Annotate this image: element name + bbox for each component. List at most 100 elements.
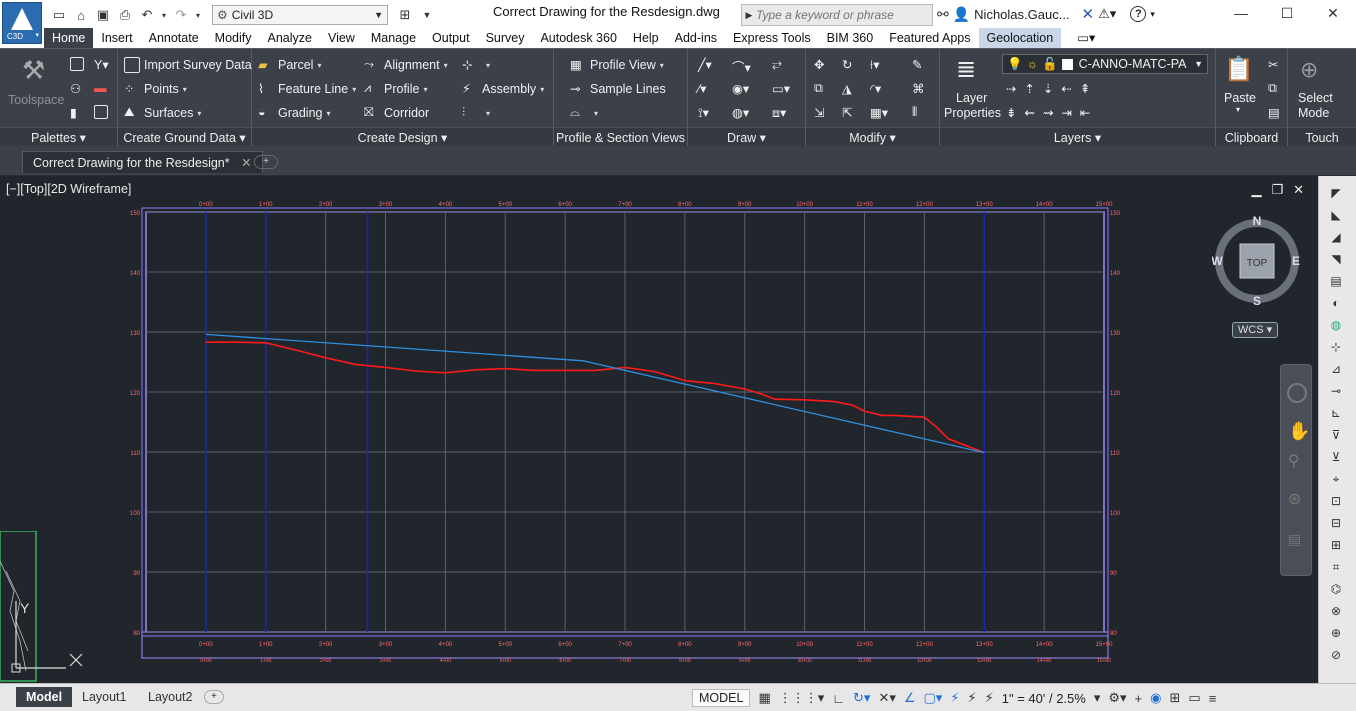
object-snap-tracking-icon[interactable]: ∠ <box>904 690 916 706</box>
tab-manage[interactable]: Manage <box>363 28 424 48</box>
qat-customize-icon[interactable]: ▼ <box>418 6 436 24</box>
layout-tab-model[interactable]: Model <box>16 687 73 707</box>
new-layout-button[interactable]: + <box>204 690 224 704</box>
palette-tool-2-icon[interactable]: ◣ <box>1327 208 1345 224</box>
compass-north[interactable]: N <box>1253 216 1262 228</box>
undo-dropdown-icon[interactable]: ▾ <box>160 6 168 24</box>
create-design-title[interactable]: Create Design ▾ <box>252 127 553 147</box>
maximize-icon[interactable]: ☐ <box>1264 0 1310 26</box>
tab-featured-apps[interactable]: Featured Apps <box>881 28 978 48</box>
modify-panel-title[interactable]: Modify ▾ <box>806 127 939 147</box>
palette-tool-9-icon[interactable]: ⊿ <box>1327 362 1345 378</box>
palette-tool-22-icon[interactable]: ⊘ <box>1327 648 1345 664</box>
steering-wheel-icon[interactable] <box>1287 383 1307 403</box>
tab-output[interactable]: Output <box>424 28 478 48</box>
share-icon[interactable]: ⊞ <box>396 6 414 24</box>
help-dropdown-icon[interactable]: ▾ <box>1150 9 1155 20</box>
showmotion-icon[interactable]: ▤ <box>1288 531 1301 548</box>
points-button[interactable]: ⁘ Points ▾ <box>124 81 187 97</box>
explode-icon[interactable]: ⌘ <box>912 81 925 96</box>
palettes-panel-title[interactable]: Palettes ▾ <box>0 127 117 147</box>
tab-add-ins[interactable]: Add-ins <box>667 28 725 48</box>
compass-west[interactable]: W <box>1212 254 1223 268</box>
close-icon[interactable]: ✕ <box>241 156 251 170</box>
stay-connected-icon[interactable]: ⚠▾ <box>1098 6 1116 22</box>
layer-properties-icon[interactable]: ≣ <box>956 55 986 85</box>
intersections-button[interactable]: ⊹ ▾ <box>462 57 490 73</box>
grid-icon[interactable]: ▦ <box>758 690 770 706</box>
palette-tool-11-icon[interactable]: ⊾ <box>1327 406 1345 422</box>
import-survey-button[interactable]: Import Survey Data <box>124 57 252 73</box>
layer-properties-label-1[interactable]: Layer <box>956 91 987 105</box>
tab-insert[interactable]: Insert <box>93 28 140 48</box>
open-folder-icon[interactable]: ⌂ <box>72 6 90 24</box>
pan-hand-icon[interactable]: ✋ <box>1288 421 1310 442</box>
binoculars-icon[interactable]: ⚯ <box>937 6 949 23</box>
hardware-accel-icon[interactable]: ⊞ <box>1169 690 1180 706</box>
rectangle-tool-icon[interactable]: ▭▾ <box>772 81 790 96</box>
close-icon[interactable]: ✕ <box>1293 182 1304 198</box>
spline-tool-icon[interactable]: ⁄▾ <box>698 81 706 96</box>
palette-tool-18-icon[interactable]: ⌗ <box>1327 560 1345 576</box>
isodraft-icon[interactable]: ✕▾ <box>878 690 895 706</box>
copy-clip-icon[interactable]: ⧉ <box>1268 81 1277 96</box>
tab-autodesk-360[interactable]: Autodesk 360 <box>532 28 624 48</box>
palette-tool-3-icon[interactable]: ◢ <box>1327 230 1345 246</box>
palette-tool-12-icon[interactable]: ⊽ <box>1327 428 1345 444</box>
customize-icon[interactable]: ≡ <box>1209 691 1217 706</box>
plus-icon[interactable]: + <box>1135 691 1143 706</box>
hatch-tool-icon[interactable]: ◍▾ <box>732 105 749 120</box>
palette-tool-17-icon[interactable]: ⊞ <box>1327 538 1345 554</box>
design-center-icon[interactable]: ▬ <box>94 81 107 95</box>
layers-panel-title[interactable]: Layers ▾ <box>940 127 1215 147</box>
layer-state-icon[interactable] <box>94 105 112 119</box>
pipe-network-button[interactable]: ⫶ ▾ <box>462 105 490 121</box>
annotation-visibility-icon[interactable]: ⚡ <box>950 690 959 706</box>
tool-palette-icon[interactable]: ⚇ <box>70 81 81 96</box>
compass-south[interactable]: S <box>1253 294 1261 306</box>
undo-icon[interactable]: ↶ <box>138 6 156 24</box>
tab-annotate[interactable]: Annotate <box>141 28 207 48</box>
palette-tool-10-icon[interactable]: ⊸ <box>1327 384 1345 400</box>
palette-globe-icon[interactable]: ◍ <box>1327 318 1345 334</box>
orbit-icon[interactable]: ⊛ <box>1288 489 1301 509</box>
touch-title[interactable]: Touch <box>1288 127 1356 147</box>
model-space-button[interactable]: MODEL <box>692 689 751 707</box>
layer-tools-row-1[interactable]: ⇢⇡⇣⇠⇞ <box>1006 81 1098 96</box>
ortho-icon[interactable]: ∟ <box>832 691 845 706</box>
tab-geolocation[interactable]: Geolocation <box>978 28 1062 48</box>
polar-tracking-icon[interactable]: ↻▾ <box>853 690 870 706</box>
chevron-down-icon[interactable]: ▾ <box>1094 690 1101 706</box>
paste-dropdown-icon[interactable]: ▾ <box>1236 105 1240 114</box>
tab-view[interactable]: View <box>320 28 363 48</box>
boundary-tool-icon[interactable]: ⧈▾ <box>772 105 786 121</box>
polyline-tool-icon[interactable]: ⥂ <box>772 57 782 72</box>
isolate-icon[interactable]: ◉ <box>1150 690 1161 706</box>
assembly-button[interactable]: ⚡ Assembly ▾ <box>462 81 544 97</box>
redo-icon[interactable]: ↷ <box>172 6 190 24</box>
tab-bim-360[interactable]: BIM 360 <box>819 28 882 48</box>
document-tab[interactable]: Correct Drawing for the Resdesign* ✕ <box>22 151 263 173</box>
prospector-icon[interactable] <box>70 57 88 71</box>
alignment-button[interactable]: ⤳ Alignment ▾ <box>364 57 448 73</box>
stretch-icon[interactable]: ⇲ <box>814 105 824 120</box>
create-ground-data-title[interactable]: Create Ground Data ▾ <box>118 127 251 147</box>
expand-arrow-icon[interactable]: ▶ <box>742 10 756 21</box>
surfaces-button[interactable]: ⛰ Surfaces ▾ <box>124 105 201 121</box>
ribbon-minimize-toggle[interactable]: ▭▾ <box>1069 28 1103 48</box>
select-mode-label-1[interactable]: Select <box>1298 91 1333 105</box>
gear-icon[interactable]: ⚙▾ <box>1108 690 1126 706</box>
redo-dropdown-icon[interactable]: ▾ <box>194 6 202 24</box>
construct-tool-icon[interactable]: ⟟▾ <box>698 105 709 121</box>
trim-icon[interactable]: ⟊▾ <box>870 57 879 73</box>
sample-lines-button[interactable]: ⊸ Sample Lines <box>570 81 666 97</box>
rotate-icon[interactable]: ↻ <box>842 57 852 72</box>
match-prop-icon[interactable]: ▤ <box>1268 105 1280 120</box>
clean-screen-icon[interactable]: ▭ <box>1188 690 1200 706</box>
tab-home[interactable]: Home <box>44 28 94 48</box>
print-icon[interactable]: ⎙ <box>116 6 134 24</box>
help-icon[interactable]: ? <box>1130 6 1147 22</box>
circle-tool-icon[interactable]: ◉▾ <box>732 81 749 96</box>
annotation-scale-value[interactable]: 1" = 40' / 2.5% <box>1002 691 1086 706</box>
arc-tool-icon[interactable]: ⌒▾ <box>732 57 751 76</box>
